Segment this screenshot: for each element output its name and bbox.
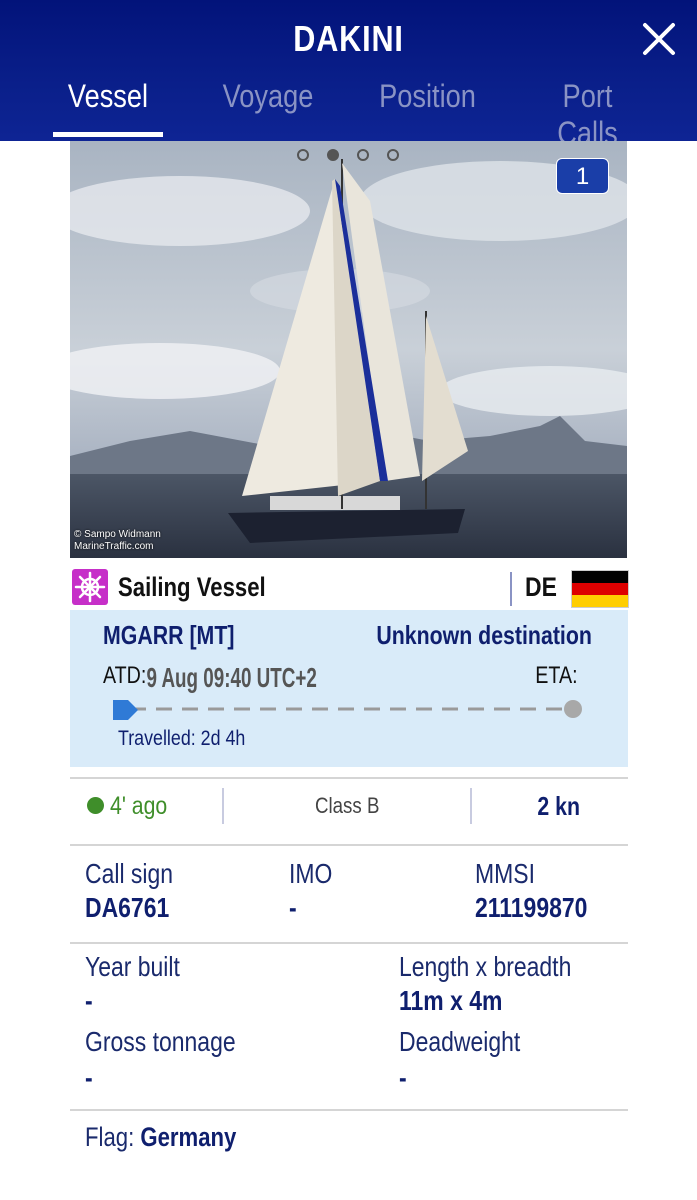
live-status-dot — [87, 797, 104, 814]
german-flag-icon — [571, 570, 629, 608]
credit-line: © Sampo Widmann — [74, 529, 161, 540]
mmsi-value: 211199870 — [475, 892, 588, 923]
voyage-progress-track — [110, 698, 590, 722]
photo-credit: © Sampo Widmann MarineTraffic.com — [74, 529, 161, 553]
divider — [222, 788, 224, 824]
ship-wheel-icon — [72, 569, 108, 605]
atd-line: ATD: 9 Aug 09:40 UTC+2 — [103, 662, 317, 693]
flag-code: DE — [525, 572, 557, 602]
voyage-panel[interactable]: MGARR [MT] Unknown destination ATD: 9 Aug… — [70, 610, 628, 767]
divider — [470, 788, 472, 824]
departure-port[interactable]: MGARR [MT] — [103, 620, 234, 651]
photo-count-badge[interactable]: 1 — [556, 158, 609, 194]
tab-position[interactable]: Position — [374, 78, 480, 115]
divider — [70, 777, 628, 779]
carousel-dot[interactable] — [327, 149, 339, 161]
ais-class: Class B — [315, 793, 380, 818]
carousel-dot[interactable] — [387, 149, 399, 161]
credit-line: MarineTraffic.com — [74, 541, 154, 552]
atd-value: 9 Aug 09:40 UTC+2 — [146, 662, 317, 693]
gross-tonnage-value: - — [85, 1062, 93, 1093]
carousel-dot[interactable] — [357, 149, 369, 161]
flag-value: Germany — [140, 1122, 237, 1152]
deadweight-label: Deadweight — [399, 1026, 521, 1057]
vessel-type-row: Sailing Vessel DE — [70, 566, 629, 610]
tab-voyage[interactable]: Voyage — [217, 78, 319, 115]
carousel-dots — [70, 141, 627, 171]
tab-vessel[interactable]: Vessel — [61, 78, 155, 115]
year-built-label: Year built — [85, 951, 180, 982]
vessel-type: Sailing Vessel — [118, 572, 266, 602]
imo-label: IMO — [289, 858, 333, 889]
divider — [70, 1109, 628, 1111]
mmsi-label: MMSI — [475, 858, 535, 889]
speed: 2 kn — [537, 791, 580, 821]
carousel-dot[interactable] — [297, 149, 309, 161]
destination: Unknown destination — [376, 620, 592, 650]
deadweight-value: - — [399, 1062, 407, 1093]
close-icon[interactable] — [636, 16, 682, 62]
last-seen: 4' ago — [110, 792, 168, 820]
year-built-value: - — [85, 985, 93, 1016]
atd-label: ATD: — [103, 662, 147, 689]
length-breadth-value: 11m x 4m — [399, 985, 503, 1016]
gross-tonnage-label: Gross tonnage — [85, 1026, 236, 1057]
flag-row: Flag: Germany — [85, 1122, 236, 1153]
length-breadth-label: Length x breadth — [399, 951, 572, 982]
status-row: 4' ago Class B 2 kn — [70, 780, 628, 842]
vessel-marker-icon — [110, 697, 140, 723]
call-sign-value: DA6761 — [85, 892, 170, 923]
vessel-photo[interactable]: 1 © Sampo Widmann MarineTraffic.com — [70, 141, 627, 558]
divider — [70, 844, 628, 846]
eta-label: ETA: — [535, 662, 578, 689]
vessel-title: DAKINI — [293, 18, 404, 59]
imo-value: - — [289, 892, 297, 923]
flag-label: Flag: — [85, 1122, 135, 1152]
tab-bar: Vessel Voyage Position Port Calls — [0, 72, 697, 151]
travelled-time: Travelled: 2d 4h — [118, 727, 246, 750]
app-header: DAKINI Vessel Voyage Position Port Calls — [0, 0, 697, 151]
divider — [70, 942, 628, 944]
active-tab-indicator — [53, 132, 163, 137]
call-sign-label: Call sign — [85, 858, 174, 889]
divider — [510, 572, 512, 606]
